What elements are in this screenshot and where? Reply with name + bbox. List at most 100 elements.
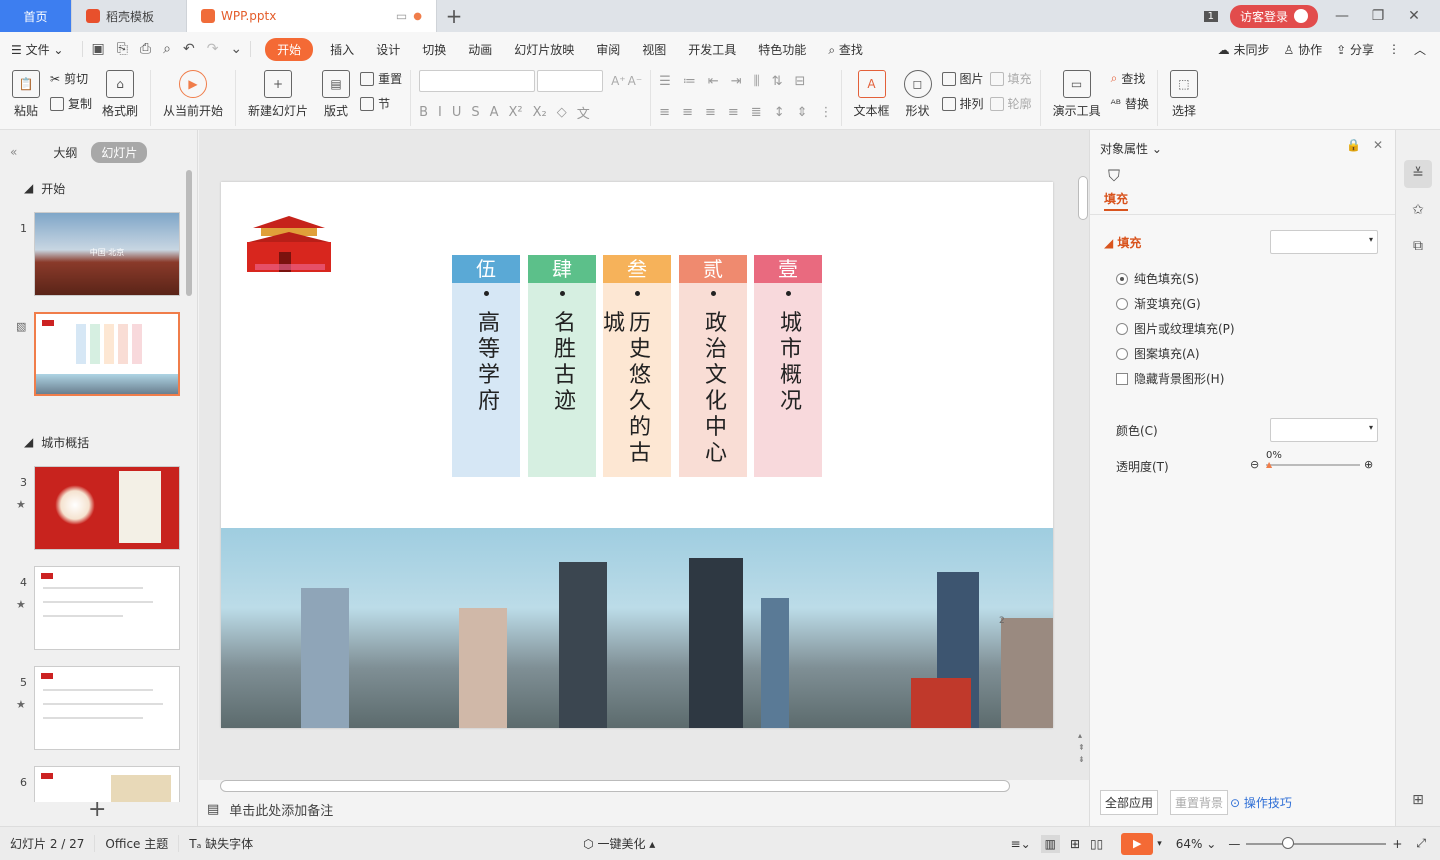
fill-tab[interactable]: 填充 — [1104, 190, 1129, 211]
column-1[interactable]: 伍高等学府 — [452, 255, 520, 477]
pattern-fill-option[interactable]: 图案填充(A) — [1116, 345, 1200, 362]
zoom-in-icon[interactable]: + — [1392, 837, 1402, 851]
section-start[interactable]: ◢ 开始 — [0, 174, 197, 202]
current-slide[interactable]: 伍高等学府肆名胜古迹叁历史悠久的古城贰政治文化中心壹城市概况 2 — [221, 182, 1053, 728]
tab-document[interactable]: WPP.pptx ▭ ● — [187, 0, 437, 32]
numbering-icon[interactable]: ≔ — [683, 74, 696, 89]
tab-template[interactable]: 稻壳模板 — [72, 0, 187, 32]
justify-icon[interactable]: ≡ — [728, 105, 739, 120]
window-count-badge[interactable]: 1 — [1203, 10, 1218, 22]
fill-type-dropdown[interactable]: ▾ — [1270, 230, 1378, 254]
file-menu[interactable]: ☰ 文件 ⌄ — [0, 41, 74, 58]
panel-scrollbar[interactable] — [186, 170, 192, 296]
indent-increase-icon[interactable]: ⇥ — [731, 74, 742, 89]
picture-fill-option[interactable]: 图片或纹理填充(P) — [1116, 320, 1235, 337]
restore-icon[interactable]: ❐ — [1366, 8, 1390, 24]
page-nav-icons[interactable]: ▴ ⇞ ⇟ — [1078, 730, 1085, 766]
collapse-ribbon-icon[interactable]: ︿ — [1414, 41, 1426, 58]
menu-tab-insert[interactable]: 插入 — [319, 41, 365, 58]
properties-icon[interactable]: ≚ — [1404, 160, 1432, 188]
presenter-tools-button[interactable]: ▭ 演示工具 — [1049, 70, 1105, 119]
transparency-slider[interactable] — [1266, 464, 1360, 466]
reset-button[interactable]: 重置 — [360, 70, 402, 87]
play-slideshow-button[interactable]: ▶ — [1121, 832, 1154, 855]
menu-tab-animation[interactable]: 动画 — [457, 41, 503, 58]
solid-fill-option[interactable]: 纯色填充(S) — [1116, 270, 1199, 287]
subscript-icon[interactable]: X₂ — [533, 105, 547, 120]
beautify-button[interactable]: ⬡ 一键美化 ▴ — [583, 835, 655, 852]
find-button[interactable]: ⌕ 查找 — [1111, 70, 1149, 87]
indent-decrease-icon[interactable]: ⇤ — [708, 74, 719, 89]
zoom-handle-icon[interactable] — [1282, 836, 1295, 849]
notes-bar[interactable]: ▤ 单击此处添加备注 — [199, 794, 1089, 824]
transparency-minus-icon[interactable]: ⊖ — [1250, 458, 1259, 471]
menu-tab-slideshow[interactable]: 幻灯片放映 — [503, 41, 585, 58]
select-button[interactable]: ⬚ 选择 — [1166, 70, 1202, 119]
font-color-icon[interactable]: A — [490, 105, 499, 120]
copy-button[interactable]: 复制 — [50, 95, 92, 112]
apply-all-button[interactable]: 全部应用 — [1100, 790, 1159, 815]
collab-button[interactable]: ♙ 协作 — [1283, 41, 1322, 58]
bullets-icon[interactable]: ☰ — [659, 74, 671, 89]
screen-icon[interactable]: ▭ — [396, 9, 407, 23]
font-size-select[interactable] — [537, 70, 604, 92]
pinyin-icon[interactable]: 文 — [577, 103, 590, 122]
new-slide-button[interactable]: + 新建幻灯片 — [244, 70, 312, 119]
collapse-panel-icon[interactable]: « — [10, 145, 17, 159]
customize-icon[interactable]: ⌄ — [230, 41, 242, 57]
replace-button[interactable]: ᴬᴮ 替换 — [1111, 95, 1149, 112]
column-3[interactable]: 叁历史悠久的古城 — [603, 255, 671, 477]
play-options-icon[interactable]: ▾ — [1157, 839, 1162, 849]
text-direction-icon[interactable]: ⇅ — [772, 74, 783, 89]
print-icon[interactable]: ⎙ — [140, 41, 151, 57]
redo-icon[interactable]: ↷ — [207, 41, 219, 57]
share-button[interactable]: ⇪ 分享 — [1336, 41, 1374, 58]
thumb-slide-3[interactable]: 3 ★ — [0, 466, 197, 566]
grid-view-icon[interactable]: ⊞ — [1404, 786, 1432, 814]
section-city[interactable]: ◢ 城市概括 — [0, 428, 197, 456]
tab-slides[interactable]: 幻灯片 — [91, 141, 148, 163]
strike-icon[interactable]: S — [471, 105, 479, 120]
picture-button[interactable]: 图片 — [941, 70, 984, 87]
panel-title[interactable]: 对象属性 ⌄ — [1100, 140, 1162, 157]
menu-tab-start[interactable]: 开始 — [265, 37, 314, 61]
align-right-icon[interactable]: ≡ — [705, 105, 716, 120]
export-icon[interactable]: ⎘ — [117, 41, 128, 57]
paste-button[interactable]: 📋 粘贴 — [8, 70, 44, 119]
hide-bg-checkbox[interactable]: 隐藏背景图形(H) — [1116, 370, 1224, 387]
column-4[interactable]: 贰政治文化中心 — [679, 255, 747, 477]
cut-button[interactable]: ✂ 剪切 — [50, 70, 92, 87]
canvas-vscroll-thumb[interactable] — [1078, 176, 1088, 220]
columns-icon[interactable]: ⫼ — [754, 74, 760, 89]
tab-outline[interactable]: 大纲 — [53, 144, 77, 161]
column-2[interactable]: 肆名胜古迹 — [528, 255, 596, 477]
canvas-vscroll[interactable]: ▴ ⇞ ⇟ — [1076, 140, 1088, 780]
column-5[interactable]: 壹城市概况 — [754, 255, 822, 477]
shape-button[interactable]: ◻ 形状 — [900, 70, 936, 119]
transparency-plus-icon[interactable]: ⊕ — [1364, 458, 1373, 471]
sync-button[interactable]: ☁ 未同步 — [1218, 41, 1270, 58]
tab-home[interactable]: 首页 — [0, 0, 72, 32]
menu-tab-features[interactable]: 特色功能 — [747, 41, 817, 58]
section-button[interactable]: 节 — [360, 95, 402, 112]
gradient-fill-option[interactable]: 渐变填充(G) — [1116, 295, 1201, 312]
align-center-icon[interactable]: ≡ — [682, 105, 693, 120]
align-text-icon[interactable]: ⊟ — [795, 74, 806, 89]
distribute-icon[interactable]: ≣ — [751, 105, 762, 120]
undo-icon[interactable]: ↶ — [183, 41, 195, 57]
arrange-button[interactable]: 排列 — [941, 95, 984, 112]
grow-font-icon[interactable]: A⁺ — [611, 74, 626, 88]
para-spacing-icon[interactable]: ⇕ — [797, 105, 808, 120]
para-settings-icon[interactable]: ⋮ — [820, 105, 833, 120]
notes-toggle-icon[interactable]: ≡⌄ — [1011, 837, 1031, 851]
thumb-slide-2[interactable]: ▧ — [0, 312, 197, 412]
underline-icon[interactable]: U — [452, 105, 462, 120]
reset-bg-button[interactable]: 重置背景 — [1170, 790, 1229, 815]
align-left-icon[interactable]: ≡ — [659, 105, 670, 120]
fill-section-header[interactable]: ◢ 填充 — [1104, 234, 1141, 251]
fit-window-icon[interactable]: ⤢ — [1416, 836, 1426, 851]
new-tab-button[interactable]: + — [437, 0, 471, 32]
thumb-slide-4[interactable]: 4 ★ — [0, 566, 197, 666]
save-icon[interactable]: ▣ — [91, 41, 104, 57]
fill-bucket-icon[interactable]: ⛉ — [1108, 166, 1120, 186]
